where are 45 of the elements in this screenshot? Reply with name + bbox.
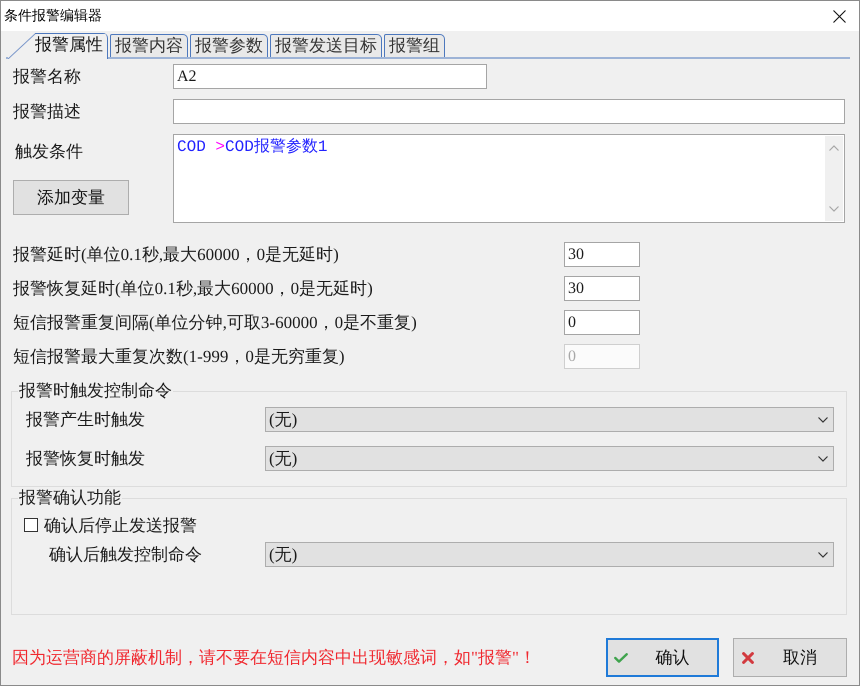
text-field[interactable]: A2 <box>173 64 487 89</box>
expression-token: > <box>215 138 226 156</box>
setting-label: 报警恢复延时(单位0.1秒,最大60000，0是无延时) <box>13 278 374 300</box>
field-label: 触发条件 <box>14 142 83 162</box>
setting-label: 报警延时(单位0.1秒,最大60000，0是无延时) <box>13 244 340 266</box>
tab[interactable]: 报警内容 <box>110 34 188 57</box>
number-field[interactable]: 0 <box>564 310 640 335</box>
dropdown[interactable]: (无) <box>265 542 834 567</box>
number-field[interactable]: 30 <box>564 276 640 301</box>
chevron-down-icon <box>818 552 828 558</box>
text-area[interactable]: COD >COD报警参数1 <box>173 134 845 223</box>
expression-token: COD <box>177 138 207 156</box>
text-field[interactable] <box>173 99 845 124</box>
field-label: 报警描述 <box>13 101 82 123</box>
setting-label: 短信报警重复间隔(单位分钟,可取3-60000，0是不重复) <box>13 312 418 334</box>
dropdown[interactable]: (无) <box>265 446 834 471</box>
field-label: 报警产生时触发 <box>26 409 146 431</box>
setting-label: 短信报警最大重复次数(1-999，0是无穷重复) <box>13 346 346 368</box>
tab[interactable]: 报警组 <box>384 34 445 57</box>
field-label: 报警恢复时触发 <box>26 448 146 470</box>
group-title: 报警时触发控制命令 <box>18 381 173 401</box>
group-title: 报警确认功能 <box>18 488 122 508</box>
chevron-down-icon[interactable] <box>829 206 839 212</box>
cancel-button[interactable]: 取消 <box>733 638 847 677</box>
chevron-up-icon[interactable] <box>829 145 839 151</box>
warning-text: 因为运营商的屏蔽机制，请不要在短信内容中出现敏感词，如"报警"！ <box>12 647 536 669</box>
field-label: 报警名称 <box>13 66 82 88</box>
chevron-down-icon <box>818 456 828 462</box>
dropdown[interactable]: (无) <box>265 407 834 432</box>
number-field[interactable]: 30 <box>564 242 640 267</box>
chevron-down-icon <box>818 416 828 422</box>
scrollbar[interactable] <box>825 136 843 221</box>
tab[interactable]: 报警参数 <box>190 34 268 57</box>
add-variable-button[interactable]: 添加变量 <box>13 180 129 215</box>
checkbox-label: 确认后停止发送报警 <box>44 514 197 536</box>
tab[interactable]: 报警属性 <box>8 33 108 59</box>
close-icon[interactable] <box>833 10 846 22</box>
tab[interactable]: 报警发送目标 <box>270 34 382 57</box>
window-title: 条件报警编辑器 <box>4 7 103 25</box>
check-icon <box>614 652 628 662</box>
checkbox[interactable] <box>24 518 38 532</box>
confirm-button[interactable]: 确认 <box>606 638 719 677</box>
cross-icon <box>742 652 754 664</box>
expression-token: COD报警参数1 <box>225 138 328 156</box>
field-label: 确认后触发控制命令 <box>49 544 203 566</box>
